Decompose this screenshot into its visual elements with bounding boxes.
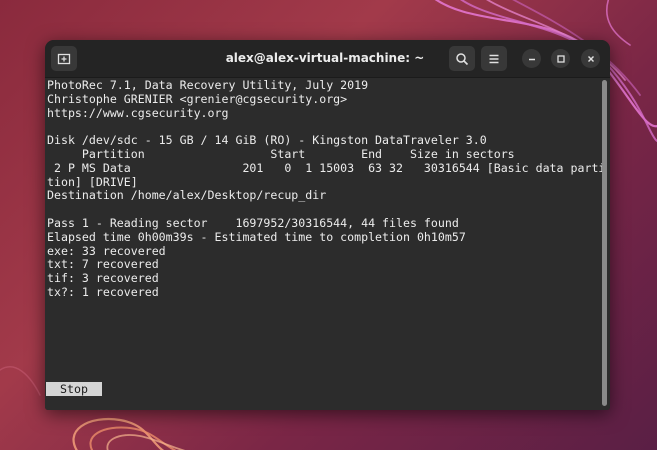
terminal-line: Pass 1 - Reading sector 1697952/30316544… — [47, 216, 459, 230]
search-button[interactable] — [449, 46, 475, 71]
minimize-icon — [528, 58, 535, 60]
search-icon — [456, 52, 469, 65]
stop-button[interactable]: Stop — [46, 382, 102, 396]
new-tab-button[interactable] — [51, 46, 77, 71]
terminal-line: 2 P MS Data 201 0 1 15003 63 32 30316544… — [47, 161, 603, 175]
close-icon — [587, 55, 594, 62]
title-bar[interactable]: alex@alex-virtual-machine: ~ — [45, 40, 610, 78]
scrollbar[interactable] — [602, 80, 607, 406]
terminal-line: exe: 33 recovered — [47, 244, 166, 258]
terminal-line: tx?: 1 recovered — [47, 285, 159, 299]
minimize-button[interactable] — [522, 49, 541, 68]
terminal-line: txt: 7 recovered — [47, 258, 159, 272]
terminal-line: tif: 3 recovered — [47, 272, 159, 286]
hamburger-menu-icon — [489, 54, 499, 63]
terminal-line: tion] [DRIVE] — [47, 175, 138, 189]
terminal-line: https://www.cgsecurity.org — [47, 106, 229, 120]
menu-button[interactable] — [481, 46, 507, 71]
terminal-line: Christophe GRENIER <grenier@cgsecurity.o… — [47, 92, 348, 106]
terminal-line: Elapsed time 0h00m39s - Estimated time t… — [47, 230, 466, 244]
terminal-line: PhotoRec 7.1, Data Recovery Utility, Jul… — [47, 79, 369, 92]
maximize-button[interactable] — [551, 49, 570, 68]
terminal-line: Disk /dev/sdc - 15 GB / 14 GiB (RO) - Ki… — [47, 134, 487, 148]
close-button[interactable] — [581, 49, 600, 68]
terminal-window: alex@alex-virtual-machine: ~ PhotoRec 7.… — [45, 40, 610, 410]
terminal-line: Partition Start End Size in sectors — [47, 147, 515, 161]
terminal-line: Destination /home/alex/Desktop/recup_dir — [47, 189, 327, 203]
maximize-icon — [556, 54, 565, 63]
window-title: alex@alex-virtual-machine: ~ — [225, 51, 425, 65]
terminal-output: PhotoRec 7.1, Data Recovery Utility, Jul… — [47, 79, 603, 300]
new-tab-icon — [57, 53, 71, 64]
terminal-area[interactable]: PhotoRec 7.1, Data Recovery Utility, Jul… — [45, 78, 610, 410]
